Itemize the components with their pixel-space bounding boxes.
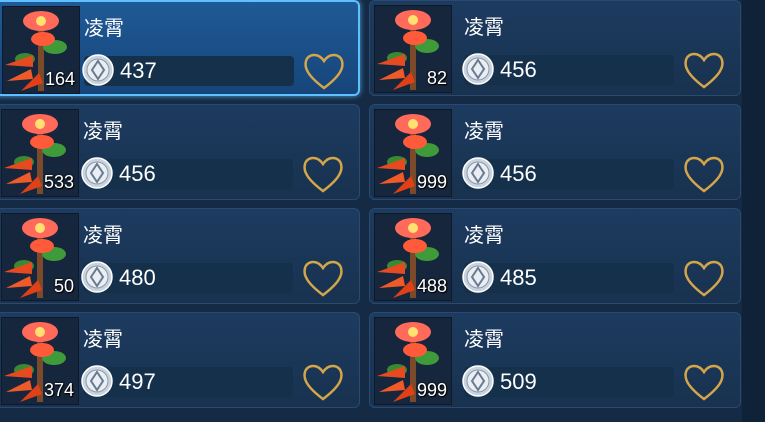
- silver-coin-icon: [81, 157, 113, 189]
- heart-outline-icon[interactable]: [680, 257, 728, 299]
- silver-coin-icon: [462, 261, 494, 293]
- item-card[interactable]: 488 凌霄 485: [369, 208, 741, 304]
- item-grid: 164 凌霄 437 82 凌霄 456 533 凌霄 456 999 凌霄 4…: [0, 0, 765, 422]
- price-bar: [464, 159, 674, 189]
- item-quantity: 488: [416, 276, 447, 296]
- item-quantity: 533: [43, 172, 74, 192]
- price-bar: [464, 55, 674, 85]
- item-card[interactable]: 999 凌霄 509: [369, 312, 741, 408]
- heart-outline-icon[interactable]: [680, 361, 728, 403]
- item-card[interactable]: 82 凌霄 456: [369, 0, 741, 96]
- item-price: 497: [119, 369, 156, 394]
- flower-thumbnail: 374: [1, 317, 79, 405]
- silver-coin-icon: [462, 53, 494, 85]
- price-bar: [84, 56, 294, 86]
- item-quantity: 999: [416, 172, 447, 192]
- flower-thumbnail: 533: [1, 109, 79, 197]
- flower-thumbnail: 164: [2, 6, 80, 94]
- item-price: 456: [500, 57, 537, 82]
- item-card[interactable]: 50 凌霄 480: [0, 208, 360, 304]
- silver-coin-icon: [82, 54, 114, 86]
- item-quantity: 50: [53, 276, 74, 296]
- item-quantity: 164: [44, 69, 75, 89]
- flower-thumbnail: 999: [374, 317, 452, 405]
- item-card[interactable]: 164 凌霄 437: [0, 0, 360, 96]
- price-bar: [464, 367, 674, 397]
- price-bar: [83, 367, 293, 397]
- item-card[interactable]: 374 凌霄 497: [0, 312, 360, 408]
- flower-thumbnail: 488: [374, 213, 452, 301]
- heart-outline-icon[interactable]: [299, 361, 347, 403]
- item-price: 456: [500, 161, 537, 186]
- flower-thumbnail: 999: [374, 109, 452, 197]
- item-price: 480: [119, 265, 156, 290]
- price-bar: [464, 263, 674, 293]
- item-name: 凌霄: [83, 119, 123, 143]
- item-card[interactable]: 999 凌霄 456: [369, 104, 741, 200]
- item-name: 凌霄: [83, 223, 123, 247]
- silver-coin-icon: [462, 157, 494, 189]
- heart-outline-icon[interactable]: [299, 153, 347, 195]
- silver-coin-icon: [462, 365, 494, 397]
- item-quantity: 374: [43, 380, 74, 400]
- item-name: 凌霄: [464, 223, 504, 247]
- item-quantity: 999: [416, 380, 447, 400]
- price-bar: [83, 159, 293, 189]
- item-quantity: 82: [426, 68, 447, 88]
- item-name: 凌霄: [84, 16, 124, 40]
- heart-outline-icon[interactable]: [680, 153, 728, 195]
- heart-outline-icon[interactable]: [300, 50, 348, 92]
- item-name: 凌霄: [83, 327, 123, 351]
- flower-thumbnail: 82: [374, 5, 452, 93]
- price-bar: [83, 263, 293, 293]
- item-name: 凌霄: [464, 119, 504, 143]
- item-price: 456: [119, 161, 156, 186]
- item-name: 凌霄: [464, 15, 504, 39]
- item-price: 509: [500, 369, 537, 394]
- item-name: 凌霄: [464, 327, 504, 351]
- item-card[interactable]: 533 凌霄 456: [0, 104, 360, 200]
- item-price: 437: [120, 58, 157, 83]
- item-price: 485: [500, 265, 537, 290]
- flower-thumbnail: 50: [1, 213, 79, 301]
- heart-outline-icon[interactable]: [299, 257, 347, 299]
- heart-outline-icon[interactable]: [680, 49, 728, 91]
- silver-coin-icon: [81, 365, 113, 397]
- silver-coin-icon: [81, 261, 113, 293]
